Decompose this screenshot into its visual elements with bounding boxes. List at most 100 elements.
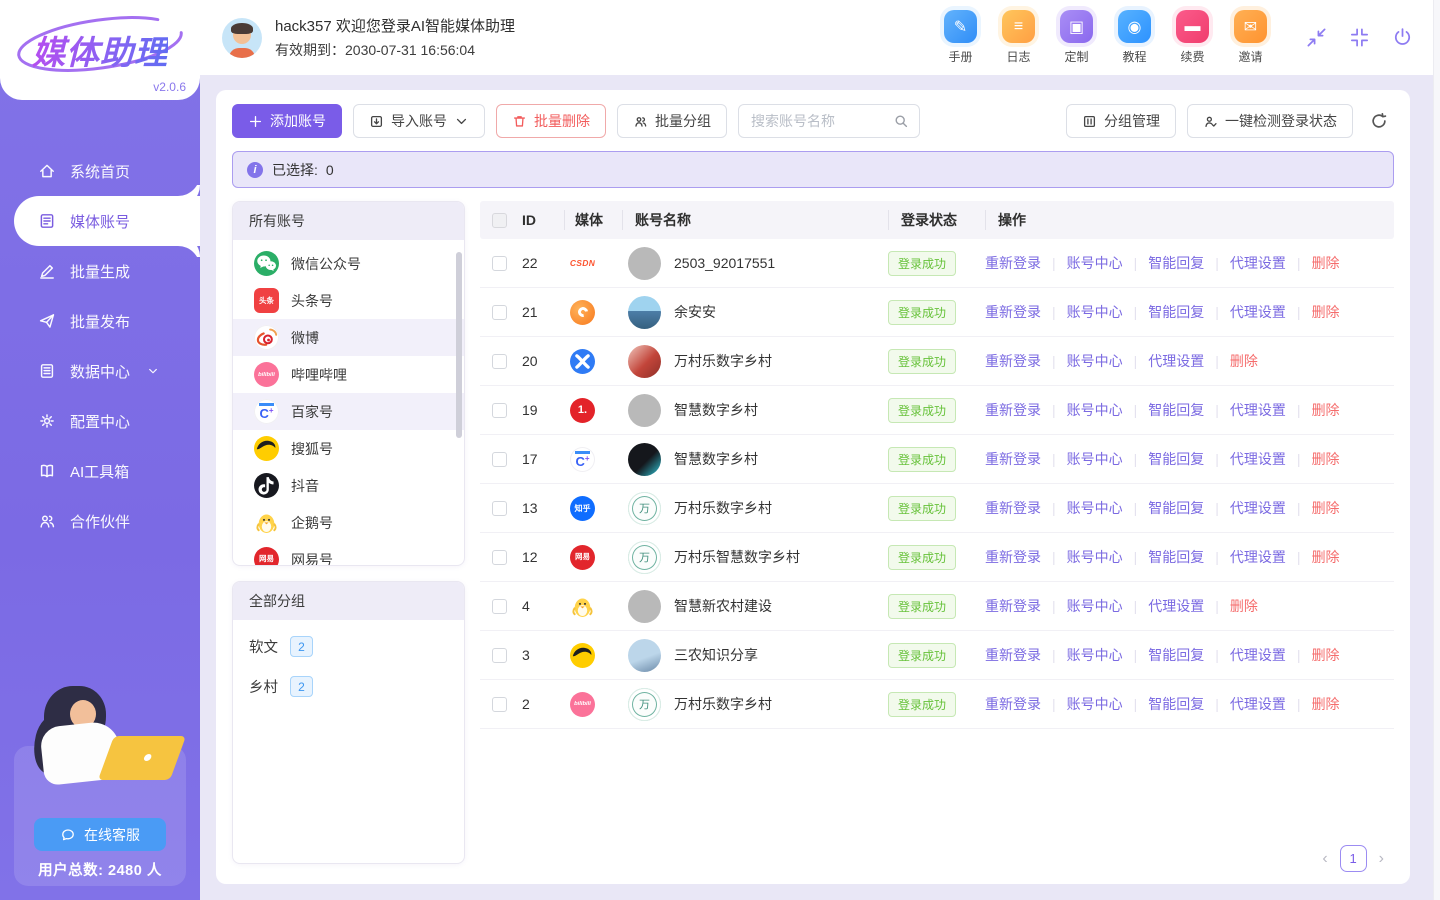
action-proxy-settings[interactable]: 代理设置 [1230, 498, 1286, 518]
sidebar-item-batch-publish[interactable]: 批量发布 [0, 296, 200, 346]
platform-filter-sohu[interactable]: 搜狐号 [233, 430, 464, 467]
row-checkbox[interactable] [492, 256, 507, 271]
sidebar-item-config-center[interactable]: 配置中心 [0, 396, 200, 446]
row-checkbox[interactable] [492, 354, 507, 369]
add-account-button[interactable]: 添加账号 [232, 104, 342, 138]
action-relogin[interactable]: 重新登录 [985, 498, 1041, 518]
action-account-center[interactable]: 账号中心 [1067, 694, 1123, 714]
action-proxy-settings[interactable]: 代理设置 [1230, 400, 1286, 420]
action-relogin[interactable]: 重新登录 [985, 400, 1041, 420]
platform-filter-baijia[interactable]: C+百家号 [233, 393, 464, 430]
group-item[interactable]: 乡村2 [249, 676, 448, 697]
prev-page-button[interactable]: ‹ [1322, 850, 1327, 868]
batch-delete-button[interactable]: 批量删除 [496, 104, 606, 138]
check-login-button[interactable]: 一键检测登录状态 [1187, 104, 1353, 138]
row-checkbox[interactable] [492, 697, 507, 712]
row-checkbox[interactable] [492, 403, 507, 418]
batch-group-button[interactable]: 批量分组 [617, 104, 727, 138]
action-account-center[interactable]: 账号中心 [1067, 547, 1123, 567]
quick-link-tutorial[interactable]: ◉教程 [1118, 10, 1151, 65]
action-account-center[interactable]: 账号中心 [1067, 498, 1123, 518]
row-checkbox[interactable] [492, 452, 507, 467]
next-page-button[interactable]: › [1379, 850, 1384, 868]
action-smart-reply[interactable]: 智能回复 [1148, 400, 1204, 420]
action-delete[interactable]: 删除 [1312, 694, 1340, 714]
action-delete[interactable]: 删除 [1312, 400, 1340, 420]
action-proxy-settings[interactable]: 代理设置 [1230, 302, 1286, 322]
platform-filter-bilibili[interactable]: bilibili哔哩哔哩 [233, 356, 464, 393]
action-delete[interactable]: 删除 [1312, 645, 1340, 665]
action-account-center[interactable]: 账号中心 [1067, 645, 1123, 665]
action-relogin[interactable]: 重新登录 [985, 253, 1041, 273]
action-account-center[interactable]: 账号中心 [1067, 449, 1123, 469]
action-delete[interactable]: 删除 [1230, 351, 1258, 371]
row-checkbox[interactable] [492, 501, 507, 516]
select-all-checkbox[interactable] [492, 213, 507, 228]
action-relogin[interactable]: 重新登录 [985, 547, 1041, 567]
action-proxy-settings[interactable]: 代理设置 [1230, 547, 1286, 567]
action-smart-reply[interactable]: 智能回复 [1148, 498, 1204, 518]
platform-filter-penguin[interactable]: 企鹅号 [233, 504, 464, 541]
sidebar-item-media-accounts[interactable]: 媒体账号 [14, 196, 200, 246]
action-relogin[interactable]: 重新登录 [985, 302, 1041, 322]
action-proxy-settings[interactable]: 代理设置 [1230, 449, 1286, 469]
sidebar-item-batch-generate[interactable]: 批量生成 [0, 246, 200, 296]
sidebar-item-data-center[interactable]: 数据中心 [0, 346, 200, 396]
platform-filter-weibo[interactable]: 微博 [233, 319, 464, 356]
quick-link-custom[interactable]: ▣定制 [1060, 10, 1093, 65]
search-input[interactable] [751, 113, 893, 129]
action-proxy-settings[interactable]: 代理设置 [1230, 645, 1286, 665]
action-delete[interactable]: 删除 [1230, 596, 1258, 616]
action-account-center[interactable]: 账号中心 [1067, 302, 1123, 322]
row-checkbox[interactable] [492, 648, 507, 663]
quick-link-renew[interactable]: ▬续费 [1176, 10, 1209, 65]
scrollbar-thumb[interactable] [456, 252, 462, 438]
action-account-center[interactable]: 账号中心 [1067, 596, 1123, 616]
action-delete[interactable]: 删除 [1312, 449, 1340, 469]
action-relogin[interactable]: 重新登录 [985, 645, 1041, 665]
current-page[interactable]: 1 [1340, 845, 1367, 872]
platform-filter-wechat[interactable]: 微信公众号 [233, 245, 464, 282]
online-service-button[interactable]: 在线客服 [34, 818, 166, 851]
sidebar-item-partners[interactable]: 合作伙伴 [0, 496, 200, 546]
action-account-center[interactable]: 账号中心 [1067, 400, 1123, 420]
platform-filter-douyin[interactable]: 抖音 [233, 467, 464, 504]
row-checkbox[interactable] [492, 599, 507, 614]
search-icon[interactable] [893, 113, 909, 129]
platform-filter-toutiao[interactable]: 头条头条号 [233, 282, 464, 319]
group-item[interactable]: 软文2 [249, 636, 448, 657]
action-relogin[interactable]: 重新登录 [985, 694, 1041, 714]
collapse-arrows-icon[interactable] [1305, 26, 1328, 49]
refresh-button[interactable] [1364, 106, 1394, 136]
sidebar-item-home[interactable]: 系统首页 [0, 146, 200, 196]
row-checkbox[interactable] [492, 550, 507, 565]
action-delete[interactable]: 删除 [1312, 253, 1340, 273]
action-account-center[interactable]: 账号中心 [1067, 253, 1123, 273]
platform-filter-netease[interactable]: 网易网易号 [233, 541, 464, 565]
quick-link-invite[interactable]: ✉邀请 [1234, 10, 1267, 65]
action-account-center[interactable]: 账号中心 [1067, 351, 1123, 371]
action-smart-reply[interactable]: 智能回复 [1148, 694, 1204, 714]
import-account-button[interactable]: 导入账号 [353, 104, 485, 138]
action-smart-reply[interactable]: 智能回复 [1148, 449, 1204, 469]
sidebar-item-ai-toolbox[interactable]: AI工具箱 [0, 446, 200, 496]
action-relogin[interactable]: 重新登录 [985, 351, 1041, 371]
quick-link-manual[interactable]: ✎手册 [944, 10, 977, 65]
action-proxy-settings[interactable]: 代理设置 [1230, 253, 1286, 273]
action-proxy-settings[interactable]: 代理设置 [1230, 694, 1286, 714]
window-scrollbar-track[interactable] [1433, 0, 1440, 900]
action-delete[interactable]: 删除 [1312, 547, 1340, 567]
power-icon[interactable] [1391, 26, 1414, 49]
action-smart-reply[interactable]: 智能回复 [1148, 302, 1204, 322]
action-delete[interactable]: 删除 [1312, 498, 1340, 518]
row-checkbox[interactable] [492, 305, 507, 320]
action-smart-reply[interactable]: 智能回复 [1148, 253, 1204, 273]
action-smart-reply[interactable]: 智能回复 [1148, 645, 1204, 665]
quick-link-logs[interactable]: ≡日志 [1002, 10, 1035, 65]
action-relogin[interactable]: 重新登录 [985, 596, 1041, 616]
group-manage-button[interactable]: 分组管理 [1066, 104, 1176, 138]
action-proxy-settings[interactable]: 代理设置 [1148, 596, 1204, 616]
action-smart-reply[interactable]: 智能回复 [1148, 547, 1204, 567]
compress-icon[interactable] [1348, 26, 1371, 49]
action-relogin[interactable]: 重新登录 [985, 449, 1041, 469]
